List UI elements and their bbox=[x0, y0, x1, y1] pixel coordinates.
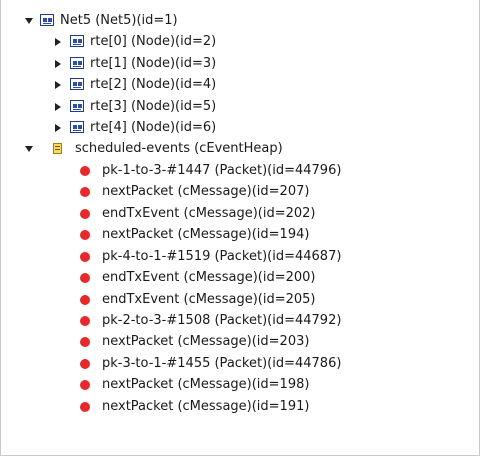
network-icon bbox=[70, 35, 84, 47]
tree-node-rte2[interactable]: rte[2] (Node)(id=4) bbox=[1, 74, 481, 95]
event-item[interactable]: pk-3-to-1-#1455 (Packet)(id=44786) bbox=[1, 353, 481, 374]
event-label: pk-3-to-1-#1455 (Packet)(id=44786) bbox=[102, 356, 342, 371]
event-label: nextPacket (cMessage)(id=198) bbox=[102, 377, 310, 392]
red-dot-icon bbox=[80, 402, 90, 412]
collapse-arrow-icon[interactable] bbox=[25, 18, 33, 24]
event-label: nextPacket (cMessage)(id=191) bbox=[102, 399, 310, 414]
collapse-arrow-icon[interactable] bbox=[25, 146, 33, 152]
tree-node-rte0[interactable]: rte[0] (Node)(id=2) bbox=[1, 31, 481, 52]
event-item[interactable]: nextPacket (cMessage)(id=203) bbox=[1, 331, 481, 352]
event-label: endTxEvent (cMessage)(id=202) bbox=[102, 206, 316, 221]
network-icon bbox=[70, 78, 84, 90]
tree-node-rte3[interactable]: rte[3] (Node)(id=5) bbox=[1, 96, 481, 117]
event-label: nextPacket (cMessage)(id=194) bbox=[102, 227, 310, 242]
event-label: pk-4-to-1-#1519 (Packet)(id=44687) bbox=[102, 249, 342, 264]
tree-node-label: rte[1] (Node)(id=3) bbox=[90, 56, 217, 71]
event-item[interactable]: nextPacket (cMessage)(id=198) bbox=[1, 374, 481, 395]
tree-node-label: Net5 (Net5)(id=1) bbox=[60, 13, 178, 28]
red-dot-icon bbox=[80, 252, 90, 262]
tree-node-label: rte[2] (Node)(id=4) bbox=[90, 77, 217, 92]
event-item[interactable]: pk-4-to-1-#1519 (Packet)(id=44687) bbox=[1, 246, 481, 267]
network-icon bbox=[40, 14, 54, 26]
tree-node-label: rte[3] (Node)(id=5) bbox=[90, 99, 217, 114]
event-label: pk-2-to-3-#1508 (Packet)(id=44792) bbox=[102, 313, 342, 328]
expand-arrow-icon[interactable] bbox=[55, 103, 61, 111]
event-label: endTxEvent (cMessage)(id=205) bbox=[102, 292, 316, 307]
tree-node-label: rte[4] (Node)(id=6) bbox=[90, 120, 217, 135]
network-icon bbox=[70, 100, 84, 112]
red-dot-icon bbox=[80, 359, 90, 369]
event-item[interactable]: nextPacket (cMessage)(id=194) bbox=[1, 224, 481, 245]
red-dot-icon bbox=[80, 380, 90, 390]
tree-node-label: rte[0] (Node)(id=2) bbox=[90, 34, 217, 49]
tree-node-rte1[interactable]: rte[1] (Node)(id=3) bbox=[1, 53, 481, 74]
event-item[interactable]: endTxEvent (cMessage)(id=200) bbox=[1, 267, 481, 288]
event-label: nextPacket (cMessage)(id=207) bbox=[102, 184, 310, 199]
event-heap-icon bbox=[53, 143, 62, 154]
event-item[interactable]: endTxEvent (cMessage)(id=205) bbox=[1, 289, 481, 310]
red-dot-icon bbox=[80, 166, 90, 176]
event-item[interactable]: nextPacket (cMessage)(id=207) bbox=[1, 181, 481, 202]
expand-arrow-icon[interactable] bbox=[55, 124, 61, 132]
event-item[interactable]: pk-2-to-3-#1508 (Packet)(id=44792) bbox=[1, 310, 481, 331]
tree-node-net5[interactable]: Net5 (Net5)(id=1) bbox=[1, 10, 481, 31]
network-icon bbox=[70, 57, 84, 69]
event-label: pk-1-to-3-#1447 (Packet)(id=44796) bbox=[102, 163, 342, 178]
red-dot-icon bbox=[80, 209, 90, 219]
tree-node-scheduled-events[interactable]: scheduled-events (cEventHeap) bbox=[1, 138, 481, 159]
tree-node-rte4[interactable]: rte[4] (Node)(id=6) bbox=[1, 117, 481, 138]
expand-arrow-icon[interactable] bbox=[55, 60, 61, 68]
event-item[interactable]: endTxEvent (cMessage)(id=202) bbox=[1, 203, 481, 224]
network-icon bbox=[70, 121, 84, 133]
red-dot-icon bbox=[80, 273, 90, 283]
red-dot-icon bbox=[80, 295, 90, 305]
red-dot-icon bbox=[80, 187, 90, 197]
event-item[interactable]: pk-1-to-3-#1447 (Packet)(id=44796) bbox=[1, 160, 481, 181]
red-dot-icon bbox=[80, 316, 90, 326]
tree-node-label: scheduled-events (cEventHeap) bbox=[75, 141, 283, 156]
expand-arrow-icon[interactable] bbox=[55, 38, 61, 46]
object-tree-panel[interactable]: Net5 (Net5)(id=1) rte[0] (Node)(id=2) rt… bbox=[0, 0, 480, 456]
event-label: endTxEvent (cMessage)(id=200) bbox=[102, 270, 316, 285]
event-item[interactable]: nextPacket (cMessage)(id=191) bbox=[1, 396, 481, 417]
expand-arrow-icon[interactable] bbox=[55, 81, 61, 89]
event-label: nextPacket (cMessage)(id=203) bbox=[102, 334, 310, 349]
red-dot-icon bbox=[80, 230, 90, 240]
red-dot-icon bbox=[80, 337, 90, 347]
